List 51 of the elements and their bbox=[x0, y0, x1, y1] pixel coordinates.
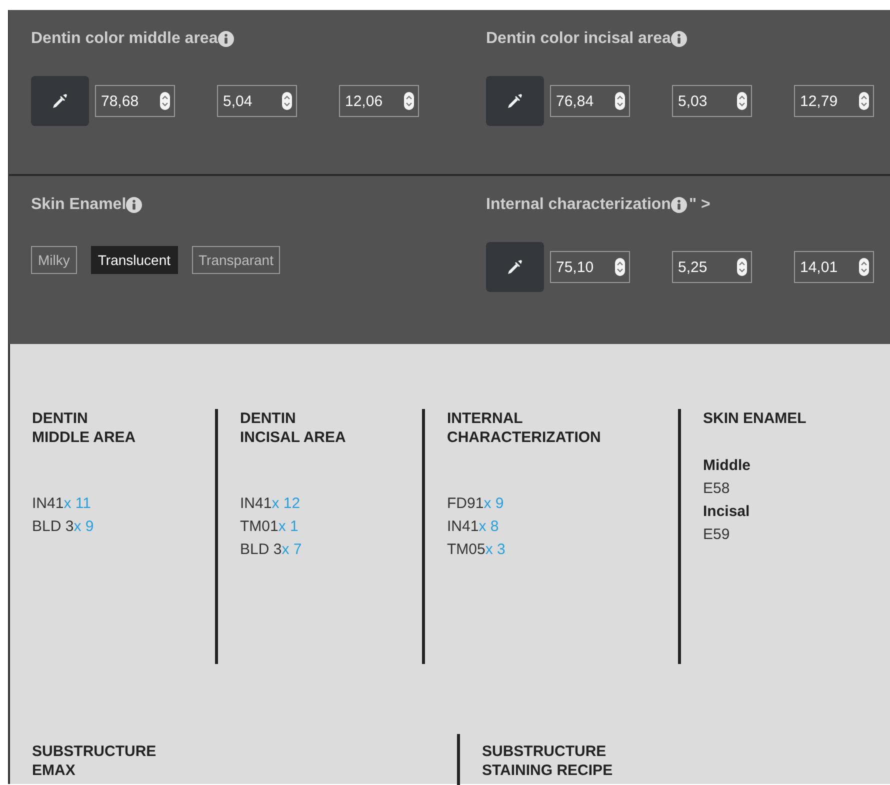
number-field[interactable]: 76,84 bbox=[550, 85, 630, 117]
number-field[interactable]: 5,03 bbox=[672, 85, 752, 117]
number-field[interactable]: 12,06 bbox=[339, 85, 419, 117]
number-field[interactable]: 75,10 bbox=[550, 251, 630, 283]
info-icon[interactable] bbox=[126, 197, 142, 213]
column-heading: SUBSTRUCTURE EMAX bbox=[32, 742, 158, 780]
section-title: Dentin color middle area bbox=[31, 30, 218, 48]
column-heading: SUBSTRUCTURE STAINING RECIPE bbox=[482, 742, 614, 780]
spinner-icon[interactable] bbox=[737, 258, 747, 276]
column-heading: INTERNAL CHARACTERIZATION bbox=[447, 409, 602, 447]
eyedropper-icon bbox=[506, 92, 524, 110]
number-field[interactable]: 5,04 bbox=[217, 85, 297, 117]
spinner-icon[interactable] bbox=[859, 258, 869, 276]
ingredient-amount: IN41x 8 bbox=[447, 517, 500, 537]
option-button[interactable]: Milky bbox=[31, 246, 77, 274]
section-title: Internal characterization bbox=[486, 196, 671, 214]
ingredient-amount: FD91x 9 bbox=[447, 494, 505, 514]
spinner-icon[interactable] bbox=[404, 92, 414, 110]
spinner-icon[interactable] bbox=[282, 92, 292, 110]
column-heading: DENTIN MIDDLE AREA bbox=[32, 409, 137, 447]
ingredient-amount: BLD 3x 7 bbox=[240, 540, 303, 560]
option-button[interactable]: Transparant bbox=[192, 246, 280, 274]
shade-value: E59 bbox=[703, 525, 731, 545]
spinner-icon[interactable] bbox=[160, 92, 170, 110]
title-suffix: " > bbox=[688, 196, 710, 214]
ingredient-amount: TM01x 1 bbox=[240, 517, 300, 537]
ingredient-amount: IN41x 11 bbox=[32, 494, 92, 514]
eyedropper-icon bbox=[506, 258, 524, 276]
ingredient-amount: IN41x 12 bbox=[240, 494, 302, 514]
number-field[interactable]: 78,68 bbox=[95, 85, 175, 117]
column-heading: SKIN ENAMEL bbox=[703, 409, 808, 428]
info-icon[interactable] bbox=[670, 31, 687, 47]
spinner-icon[interactable] bbox=[737, 92, 747, 110]
option-button[interactable]: Translucent bbox=[90, 246, 178, 274]
shade-label: Incisal bbox=[703, 502, 751, 522]
column-heading: DENTIN INCISAL AREA bbox=[240, 409, 347, 447]
number-field[interactable]: 12,79 bbox=[794, 85, 874, 117]
shade-label: Middle bbox=[703, 456, 752, 476]
shade-value: E58 bbox=[703, 479, 731, 499]
spinner-icon[interactable] bbox=[615, 92, 625, 110]
ingredient-amount: BLD 3x 9 bbox=[32, 517, 95, 537]
section-title: Skin Enamel bbox=[31, 196, 126, 214]
eyedropper-icon bbox=[51, 92, 69, 110]
number-field[interactable]: 14,01 bbox=[794, 251, 874, 283]
info-icon[interactable] bbox=[670, 197, 687, 213]
number-field[interactable]: 5,25 bbox=[672, 251, 752, 283]
spinner-icon[interactable] bbox=[859, 92, 869, 110]
ingredient-amount: TM05x 3 bbox=[447, 540, 506, 560]
section-title: Dentin color incisal area bbox=[486, 30, 671, 48]
spinner-icon[interactable] bbox=[615, 258, 625, 276]
info-icon[interactable] bbox=[218, 31, 234, 47]
